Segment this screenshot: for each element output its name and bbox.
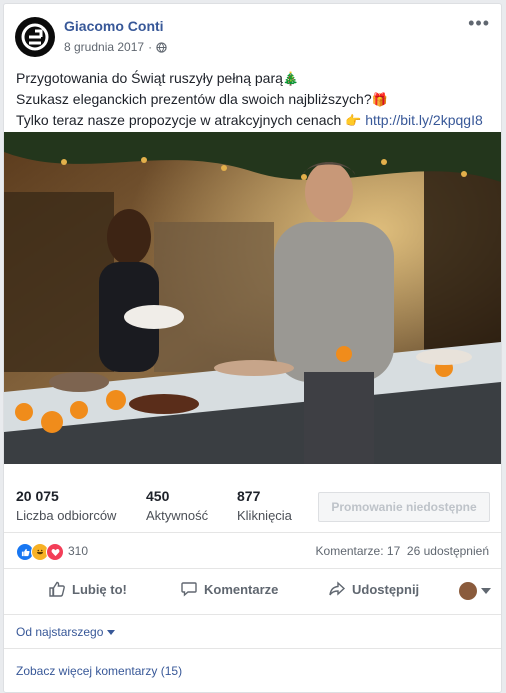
- stat-clicks: 877 Kliknięcia: [237, 488, 292, 523]
- stat-clicks-value: 877: [237, 488, 261, 504]
- post-line-3: Tylko teraz nasze propozycje w atrakcyjn…: [16, 110, 496, 131]
- like-button[interactable]: Lubię to!: [48, 580, 127, 598]
- reaction-icons[interactable]: [16, 543, 64, 561]
- more-options-icon[interactable]: •••: [468, 14, 490, 32]
- post-card: Giacomo Conti 8 grudnia 2017 · ••• Przyg…: [3, 3, 502, 693]
- stat-clicks-label: Kliknięcia: [237, 508, 292, 523]
- stat-reach-label: Liczba odbiorców: [16, 508, 117, 523]
- user-avatar: [459, 582, 477, 600]
- divider: [4, 648, 501, 649]
- pointing-hand-icon: 👉: [345, 113, 362, 128]
- post-header: Giacomo Conti 8 grudnia 2017 · •••: [4, 4, 501, 60]
- chevron-down-icon: [481, 588, 491, 594]
- thumbs-up-icon: [49, 581, 65, 597]
- reactions-bar: 310 Komentarze: 17 26 udostępnień: [4, 534, 501, 569]
- sort-chevron-icon: [107, 629, 116, 635]
- insights-stats: 20 075 Liczba odbiorców 450 Aktywność 87…: [4, 464, 501, 533]
- love-reaction-icon: [46, 543, 64, 561]
- stat-engagement-label: Aktywność: [146, 508, 209, 523]
- stat-reach: 20 075 Liczba odbiorców: [16, 488, 116, 523]
- christmas-tree-icon: 🎄: [282, 71, 300, 86]
- share-label: Udostępnij: [352, 581, 420, 597]
- engagement-summary: Komentarze: 17 26 udostępnień: [316, 544, 489, 558]
- stat-engagement: 450 Aktywność: [146, 488, 208, 523]
- comment-button[interactable]: Komentarze: [180, 580, 278, 598]
- post-link[interactable]: http://bit.ly/2kpqgI8: [365, 112, 483, 128]
- stat-reach-value: 20 075: [16, 488, 59, 504]
- like-label: Lubię to!: [72, 581, 127, 597]
- comment-sort-dropdown[interactable]: Od najstarszego: [16, 625, 116, 639]
- photo-illustration: [4, 132, 501, 464]
- share-icon: [329, 581, 346, 596]
- globe-icon: [156, 41, 167, 53]
- post-date[interactable]: 8 grudnia 2017: [64, 40, 144, 54]
- share-button[interactable]: Udostępnij: [328, 580, 419, 598]
- stat-engagement-value: 450: [146, 488, 170, 504]
- post-line-1: Przygotowania do Świąt ruszyły pełną par…: [16, 68, 496, 89]
- view-more-comments-link[interactable]: Zobacz więcej komentarzy (15): [16, 664, 182, 678]
- giacomo-logo-icon: [21, 23, 49, 51]
- comment-label: Komentarze: [204, 581, 279, 597]
- post-meta: 8 grudnia 2017 ·: [64, 40, 167, 54]
- post-photo[interactable]: [4, 132, 501, 464]
- shares-count[interactable]: 26 udostępnień: [407, 544, 489, 558]
- post-text: Przygotowania do Świąt ruszyły pełną par…: [16, 68, 496, 131]
- action-bar: Lubię to! Komentarze Udostępnij: [4, 570, 501, 615]
- acting-as-selector[interactable]: [459, 582, 491, 600]
- reaction-count[interactable]: 310: [68, 544, 88, 558]
- comment-icon: [181, 582, 197, 597]
- sort-label: Od najstarszego: [16, 625, 104, 639]
- comments-count[interactable]: Komentarze: 17: [316, 544, 401, 558]
- gift-icon: 🎁: [371, 92, 388, 107]
- promote-button[interactable]: Promowanie niedostępne: [318, 492, 490, 522]
- page-avatar[interactable]: [15, 17, 55, 57]
- post-line-2: Szukasz eleganckich prezentów dla swoich…: [16, 89, 496, 110]
- author-name[interactable]: Giacomo Conti: [64, 18, 164, 34]
- meta-dot: ·: [148, 40, 153, 54]
